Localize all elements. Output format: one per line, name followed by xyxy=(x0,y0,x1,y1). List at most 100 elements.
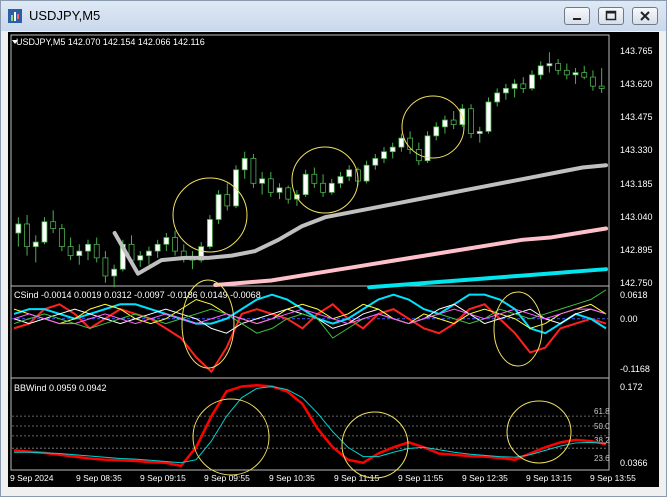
candle-body xyxy=(267,178,274,193)
candle-body xyxy=(372,158,379,166)
price-label: 143.040 xyxy=(620,212,653,222)
candle-body xyxy=(450,119,457,125)
minimize-button[interactable] xyxy=(564,7,590,25)
candle-body xyxy=(154,243,161,252)
price-label: 142.750 xyxy=(620,278,653,288)
time-label: 9 Sep 10:35 xyxy=(269,473,315,483)
window-title: USDJPY,M5 xyxy=(29,8,101,23)
candle-body xyxy=(259,178,266,184)
csind-scale-label: 0.0618 xyxy=(620,290,648,300)
candle-body xyxy=(581,72,588,78)
moving-average-line xyxy=(213,226,608,287)
price-label: 143.765 xyxy=(620,46,653,56)
candle-body xyxy=(67,246,74,257)
chart-canvas[interactable]: USDJPY,M5 142.070 142.154 142.066 142.11… xyxy=(8,32,659,487)
candle-body xyxy=(537,65,544,76)
time-label: 9 Sep 11:55 xyxy=(398,473,443,483)
candle-body xyxy=(58,228,65,247)
annotation-circle xyxy=(401,95,465,159)
candle-body xyxy=(311,173,318,184)
bbwind-panel-header: BBWind 0.0959 0.0942 xyxy=(14,383,107,393)
candle-body xyxy=(206,219,213,247)
price-label: 143.185 xyxy=(620,179,653,189)
candle-body xyxy=(520,83,527,89)
candle-body xyxy=(85,243,91,252)
bbwind-level-label: 23.6 xyxy=(594,454,610,463)
time-label: 9 Sep 09:15 xyxy=(140,473,186,483)
csind-series-line xyxy=(13,293,607,335)
candle-body xyxy=(346,169,353,177)
chart-window: USDJPY,M5 USDJPY,M5 142.070 142.154 142.… xyxy=(0,0,667,497)
candle-body xyxy=(485,101,492,132)
candle-body xyxy=(215,194,222,220)
candle-body xyxy=(102,257,109,277)
candle-body xyxy=(76,250,83,257)
candle-body xyxy=(598,85,605,89)
candle-body xyxy=(389,146,396,153)
annotation-circle xyxy=(291,146,359,214)
csind-scale-label: -0.1168 xyxy=(620,364,650,374)
candle-body xyxy=(24,223,30,247)
candle-body xyxy=(50,221,57,229)
minimize-icon xyxy=(573,18,581,20)
maximize-button[interactable] xyxy=(598,7,624,25)
candle-body xyxy=(511,83,518,89)
candle-body xyxy=(250,158,257,184)
csind-panel-header: CSind -0.0014 0.0019 0.0312 -0.0097 -0.0… xyxy=(14,290,261,300)
bbwind-level-label: 61.8 xyxy=(594,407,610,416)
candle-body xyxy=(563,69,570,76)
chart-icon xyxy=(8,9,22,23)
candle-body xyxy=(41,221,48,243)
price-scale: 143.765 143.620 143.475 143.330 143.185 … xyxy=(620,46,653,288)
title-bar[interactable]: USDJPY,M5 xyxy=(1,1,666,31)
candle-body xyxy=(302,173,309,196)
candle-body xyxy=(572,72,579,76)
candle-body xyxy=(337,176,344,184)
candle-body xyxy=(546,63,553,67)
bbwind-level-label: 50.0 xyxy=(594,422,610,431)
bbwind-scale-label: 0.0366 xyxy=(620,458,648,468)
candle-body xyxy=(32,241,39,247)
moving-average-line xyxy=(112,163,608,276)
price-panel-header: USDJPY,M5 142.070 142.154 142.066 142.11… xyxy=(16,37,205,47)
candle-body xyxy=(502,88,509,94)
moving-average-line xyxy=(367,267,608,290)
price-panel-frame xyxy=(10,34,610,287)
close-icon xyxy=(640,11,650,21)
annotation-circle xyxy=(506,400,572,464)
candle-body xyxy=(137,255,144,261)
time-label: 9 Sep 08:35 xyxy=(76,473,122,483)
candle-body xyxy=(233,169,239,207)
candle-body xyxy=(590,76,596,87)
candle-body xyxy=(476,130,483,135)
candle-body xyxy=(320,182,326,193)
time-label: 9 Sep 13:15 xyxy=(526,473,572,483)
time-axis: 9 Sep 2024 9 Sep 08:35 9 Sep 09:15 9 Sep… xyxy=(10,473,636,483)
candle-body xyxy=(172,237,178,252)
candle-body xyxy=(276,187,283,193)
price-label: 143.330 xyxy=(620,145,653,155)
close-button[interactable] xyxy=(632,7,658,25)
price-label: 142.895 xyxy=(620,245,653,255)
candle-body xyxy=(529,74,535,89)
csind-scale: 0.0618 0.00 -0.1168 xyxy=(620,290,650,374)
chart-area[interactable]: USDJPY,M5 142.070 142.154 142.066 142.11… xyxy=(8,32,659,487)
time-label: 9 Sep 12:35 xyxy=(462,473,508,483)
candle-body xyxy=(442,119,448,128)
bbwind-series-line xyxy=(13,383,607,468)
candle-body xyxy=(433,126,440,137)
candle-body xyxy=(93,243,100,259)
candle-body xyxy=(146,250,152,257)
bbwind-scale: 0.172 0.0366 61.8 50.0 38.2 23.6 xyxy=(594,382,648,468)
candle-body xyxy=(398,137,405,148)
candle-body xyxy=(163,237,170,245)
csind-scale-label: 0.00 xyxy=(620,314,638,324)
plot-layer xyxy=(12,52,608,468)
candle-body xyxy=(15,223,22,234)
price-label: 143.475 xyxy=(620,112,653,122)
bbwind-scale-label: 0.172 xyxy=(620,382,643,392)
time-label: 9 Sep 2024 xyxy=(10,473,54,483)
candle-body xyxy=(468,108,474,135)
maximize-icon xyxy=(605,10,617,21)
candle-body xyxy=(363,164,370,182)
